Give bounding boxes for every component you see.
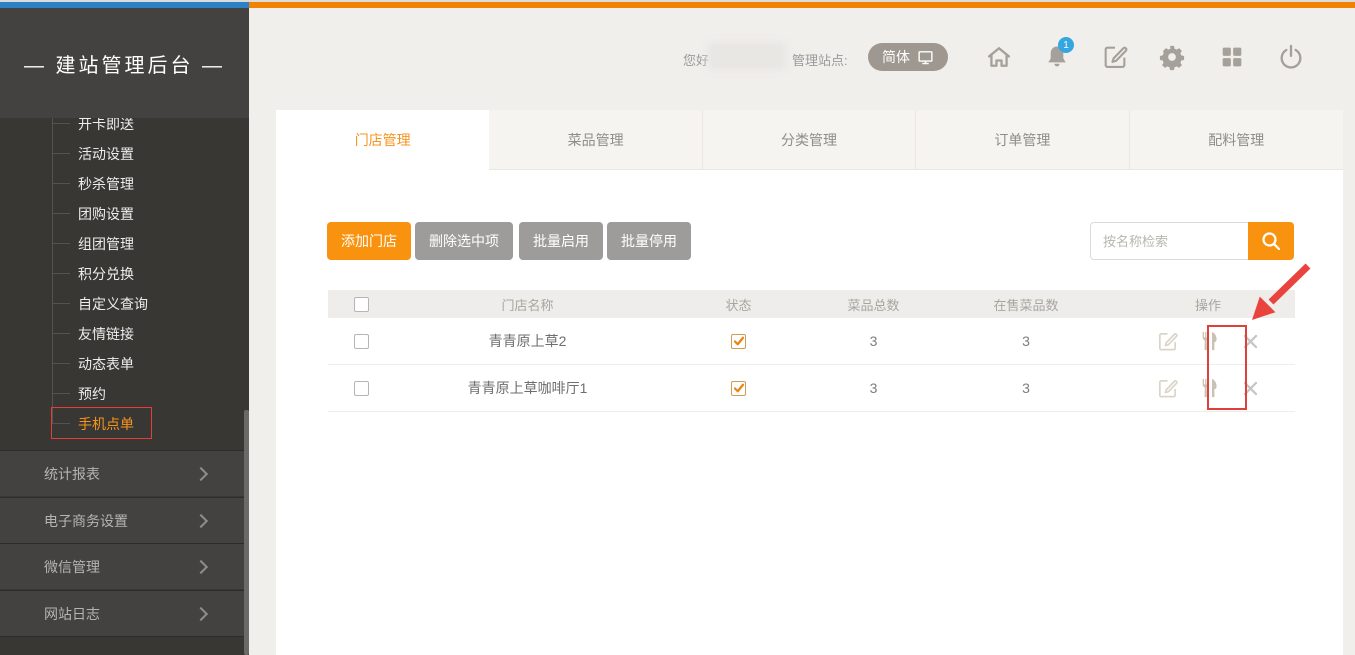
- store-name: 青青原上草咖啡厅1: [394, 378, 661, 398]
- settings-button[interactable]: [1157, 42, 1187, 72]
- chevron-right-icon: [194, 513, 208, 527]
- sidebar-item-dongtaibiaodan[interactable]: 动态表单: [0, 349, 249, 379]
- sidebar-section-tongjibaobiao[interactable]: 统计报表: [0, 450, 249, 496]
- edit-store-button[interactable]: [1156, 377, 1179, 400]
- search-icon: [1259, 229, 1283, 253]
- sidebar-item-youqinglianjie[interactable]: 友情链接: [0, 319, 249, 349]
- compose-button[interactable]: [1100, 42, 1130, 72]
- sidebar-item-zidingyichaxun[interactable]: 自定义查询: [0, 289, 249, 319]
- table-row: 青青原上草2 3 3: [328, 318, 1295, 365]
- annotation-box-mobile-ordering: [51, 407, 152, 439]
- tab-ingredient-management[interactable]: 配料管理: [1130, 110, 1343, 170]
- apps-button[interactable]: [1217, 42, 1247, 72]
- on-sale-count: 3: [931, 380, 1121, 396]
- monitor-icon: [917, 49, 934, 66]
- sidebar-section-weixinguanli[interactable]: 微信管理: [0, 543, 249, 589]
- sidebar-section-dianzishangwu[interactable]: 电子商务设置: [0, 497, 249, 543]
- language-button[interactable]: 简体: [868, 43, 948, 71]
- on-sale-count: 3: [931, 333, 1121, 349]
- sidebar-item-jifenduihuan[interactable]: 积分兑换: [0, 259, 249, 289]
- search-input[interactable]: [1090, 222, 1248, 260]
- tab-store-management[interactable]: 门店管理: [276, 110, 489, 170]
- edit-icon: [1156, 330, 1179, 353]
- notification-badge: 1: [1058, 37, 1074, 53]
- annotation-arrow: [1244, 256, 1319, 331]
- edit-icon: [1156, 377, 1179, 400]
- table-header-row: 门店名称 状态 菜品总数 在售菜品数 操作: [328, 290, 1295, 318]
- gear-icon: [1158, 43, 1186, 71]
- row-checkbox[interactable]: [354, 334, 369, 349]
- content-card: 门店管理 菜品管理 分类管理 订单管理 配料管理 添加门店 删除选中项 批量启用…: [276, 110, 1343, 655]
- sidebar-item-huodongshezhi[interactable]: 活动设置: [0, 139, 249, 169]
- logo: — 建站管理后台 —: [0, 8, 249, 118]
- col-header-dish-total: 菜品总数: [816, 295, 931, 314]
- add-store-button[interactable]: 添加门店: [327, 222, 411, 260]
- chevron-right-icon: [194, 466, 208, 480]
- tab-order-management[interactable]: 订单管理: [916, 110, 1129, 170]
- annotation-box-cutlery-icons: [1207, 325, 1247, 410]
- username-redacted: [711, 45, 783, 67]
- sidebar-section-wangzhanrizhi[interactable]: 网站日志: [0, 590, 249, 636]
- tab-bar: 门店管理 菜品管理 分类管理 订单管理 配料管理: [276, 110, 1343, 170]
- sidebar-item-zutuanguanli[interactable]: 组团管理: [0, 229, 249, 259]
- logo-text: — 建站管理后台 —: [24, 49, 225, 78]
- search-button[interactable]: [1248, 222, 1294, 260]
- logout-button[interactable]: [1276, 42, 1306, 72]
- row-checkbox[interactable]: [354, 381, 369, 396]
- manage-site-label: 管理站点:: [792, 50, 848, 69]
- status-checkbox-checked[interactable]: [731, 334, 746, 349]
- admin-backend-page: — 建站管理后台 — 开卡即送 活动设置 秒杀管理 团购设置 组团管理 积分兑换: [0, 0, 1355, 655]
- language-label: 简体: [882, 47, 910, 67]
- grid-icon: [1218, 43, 1246, 71]
- notifications-button[interactable]: 1: [1042, 42, 1072, 72]
- col-header-status: 状态: [661, 295, 816, 314]
- topbar-orange-strip: [249, 2, 1355, 8]
- batch-enable-button[interactable]: 批量启用: [519, 222, 603, 260]
- home-icon: [985, 43, 1013, 71]
- store-table: 门店名称 状态 菜品总数 在售菜品数 操作 青青原上草2 3 3: [328, 290, 1295, 412]
- greeting-text: 您好: [683, 50, 709, 69]
- dish-total: 3: [816, 333, 931, 349]
- edit-store-button[interactable]: [1156, 330, 1179, 353]
- store-name: 青青原上草2: [394, 331, 661, 351]
- sidebar-scrollbar[interactable]: [244, 410, 249, 655]
- sidebar: — 建站管理后台 — 开卡即送 活动设置 秒杀管理 团购设置 组团管理 积分兑换: [0, 8, 249, 655]
- tab-dish-management[interactable]: 菜品管理: [489, 110, 702, 170]
- batch-disable-button[interactable]: 批量停用: [607, 222, 691, 260]
- chevron-right-icon: [194, 606, 208, 620]
- sidebar-item-yuyue[interactable]: 预约: [0, 379, 249, 409]
- home-button[interactable]: [984, 42, 1014, 72]
- tab-category-management[interactable]: 分类管理: [703, 110, 916, 170]
- sidebar-item-tuangoushezhi[interactable]: 团购设置: [0, 199, 249, 229]
- compose-icon: [1101, 43, 1129, 71]
- delete-selected-button[interactable]: 删除选中项: [415, 222, 513, 260]
- chevron-right-icon: [194, 559, 208, 573]
- col-header-store-name: 门店名称: [394, 295, 661, 314]
- status-checkbox-checked[interactable]: [731, 381, 746, 396]
- dish-total: 3: [816, 380, 931, 396]
- select-all-checkbox[interactable]: [354, 297, 369, 312]
- table-row: 青青原上草咖啡厅1 3 3: [328, 365, 1295, 412]
- power-icon: [1277, 43, 1305, 71]
- sidebar-item-miaoshaguanli[interactable]: 秒杀管理: [0, 169, 249, 199]
- col-header-on-sale: 在售菜品数: [931, 295, 1121, 314]
